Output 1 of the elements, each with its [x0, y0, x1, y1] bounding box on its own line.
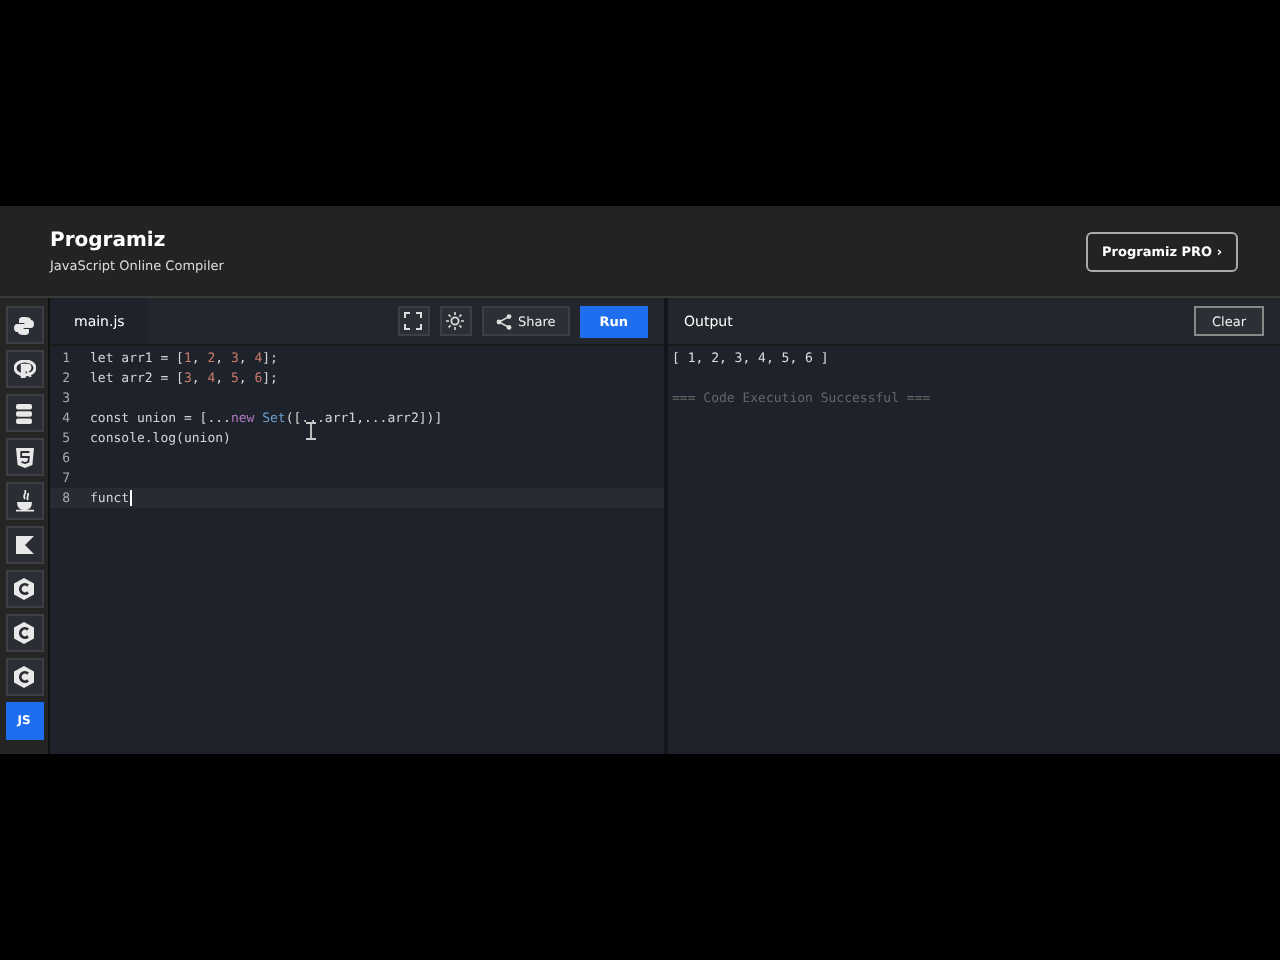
- logo: Programiz: [50, 229, 168, 251]
